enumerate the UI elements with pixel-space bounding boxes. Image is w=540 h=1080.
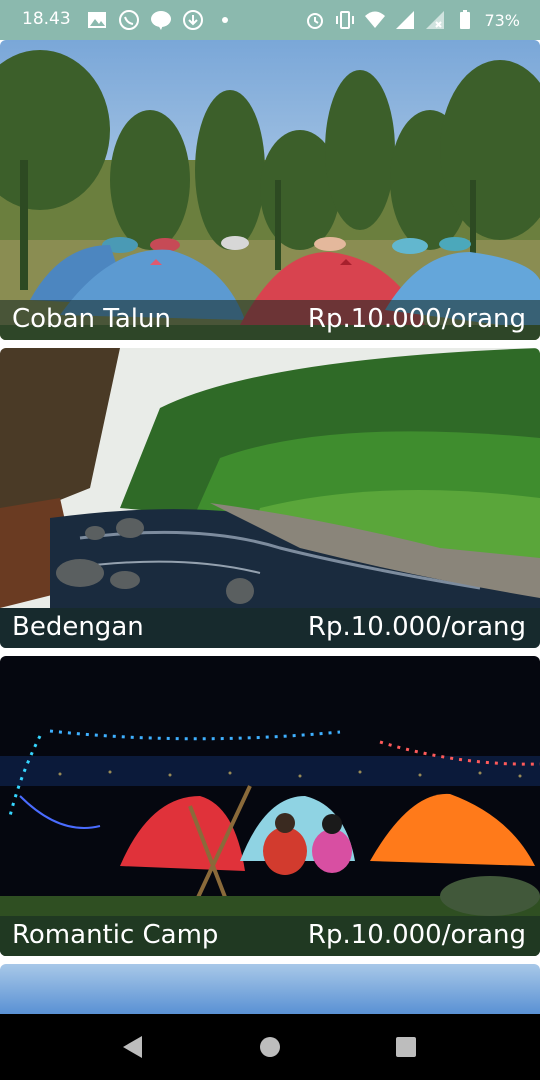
dot-icon — [222, 17, 228, 23]
place-card-bedengan[interactable]: Bedengan Rp.10.000/orang — [0, 348, 540, 648]
place-caption: Bedengan Rp.10.000/orang — [0, 608, 540, 648]
place-price: Rp.10.000/orang — [307, 304, 526, 334]
gallery-icon — [88, 12, 106, 28]
status-bar: 18.43 73% — [0, 0, 540, 40]
navigation-bar — [0, 1014, 540, 1080]
place-photo — [0, 40, 540, 340]
place-card-partial[interactable] — [0, 964, 540, 1014]
recents-icon[interactable] — [393, 1034, 419, 1060]
battery-percent: 73% — [484, 10, 520, 30]
signal-icon — [396, 11, 415, 29]
place-photo — [0, 964, 540, 1014]
place-name: Coban Talun — [12, 304, 171, 334]
whatsapp-icon — [119, 10, 139, 30]
download-icon — [183, 10, 203, 30]
camp-list[interactable]: Coban Talun Rp.10.000/orang Bedengan Rp.… — [0, 40, 540, 1014]
status-time: 18.43 — [22, 9, 71, 29]
vibrate-icon — [336, 11, 355, 29]
alarm-icon — [307, 13, 324, 29]
place-card-coban-talun[interactable]: Coban Talun Rp.10.000/orang — [0, 40, 540, 340]
line-icon — [151, 11, 171, 30]
signal-x-icon — [426, 11, 445, 29]
place-caption: Coban Talun Rp.10.000/orang — [0, 300, 540, 340]
back-icon[interactable] — [120, 1034, 146, 1060]
place-name: Romantic Camp — [12, 920, 219, 950]
place-price: Rp.10.000/orang — [307, 612, 526, 642]
place-photo — [0, 656, 540, 956]
place-name: Bedengan — [12, 612, 144, 642]
wifi-icon — [365, 11, 386, 28]
place-photo — [0, 348, 540, 648]
place-card-romantic-camp[interactable]: Romantic Camp Rp.10.000/orang — [0, 656, 540, 956]
place-caption: Romantic Camp Rp.10.000/orang — [0, 916, 540, 956]
home-icon[interactable] — [257, 1034, 283, 1060]
battery-icon — [460, 10, 471, 29]
place-price: Rp.10.000/orang — [307, 920, 526, 950]
